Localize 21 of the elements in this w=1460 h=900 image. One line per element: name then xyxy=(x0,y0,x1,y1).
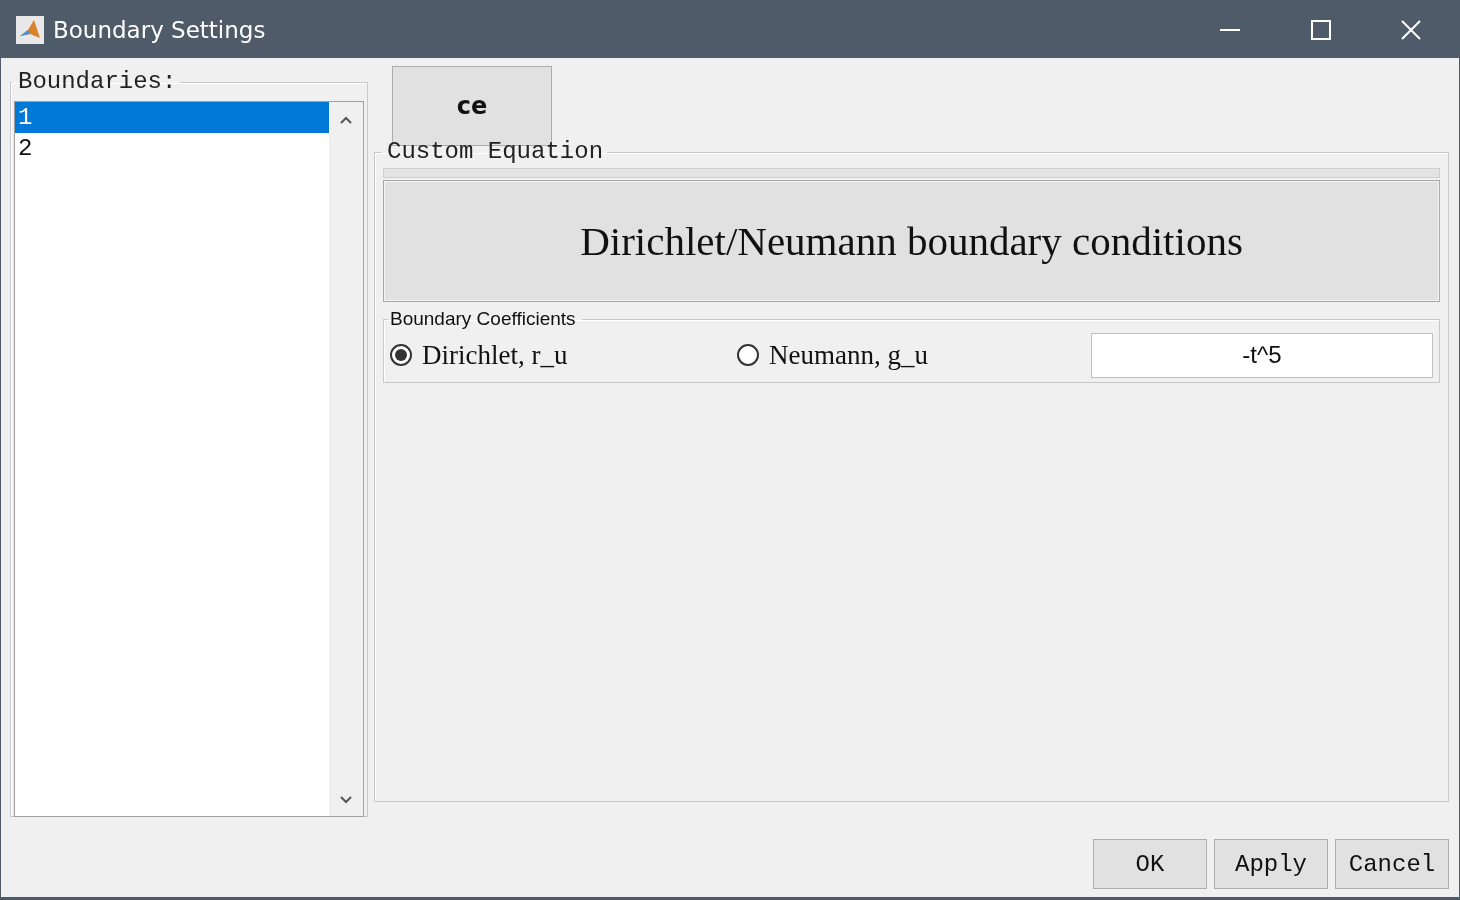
coefficients-label: Boundary Coefficients xyxy=(389,308,577,330)
app-icon xyxy=(16,15,44,44)
radio-label[interactable]: Dirichlet, r_u xyxy=(422,339,568,371)
scroll-down-icon[interactable] xyxy=(340,796,352,804)
radio-label[interactable]: Neumann, g_u xyxy=(769,339,928,371)
list-item[interactable]: 1 xyxy=(15,102,329,133)
scroll-up-icon[interactable] xyxy=(340,116,352,124)
dialog-button[interactable]: Apply xyxy=(1214,839,1328,889)
list-item[interactable]: 2 xyxy=(15,133,329,164)
dialog-button[interactable]: OK xyxy=(1093,839,1207,889)
boundaries-label: Boundaries: xyxy=(17,70,178,94)
scrollbar[interactable] xyxy=(329,102,363,816)
coefficient-field[interactable]: -t^5 xyxy=(1091,332,1433,378)
boundaries-list[interactable]: 1 2 xyxy=(14,101,364,817)
window-title: Boundary Settings xyxy=(53,16,266,43)
radio-button[interactable] xyxy=(737,344,759,366)
maximize-icon[interactable] xyxy=(1311,19,1331,40)
equation-heading: Dirichlet/Neumann boundary conditions xyxy=(383,180,1440,302)
radio-button[interactable] xyxy=(390,344,412,366)
dialog-button[interactable]: Cancel xyxy=(1335,839,1449,889)
close-icon[interactable] xyxy=(1401,19,1421,40)
